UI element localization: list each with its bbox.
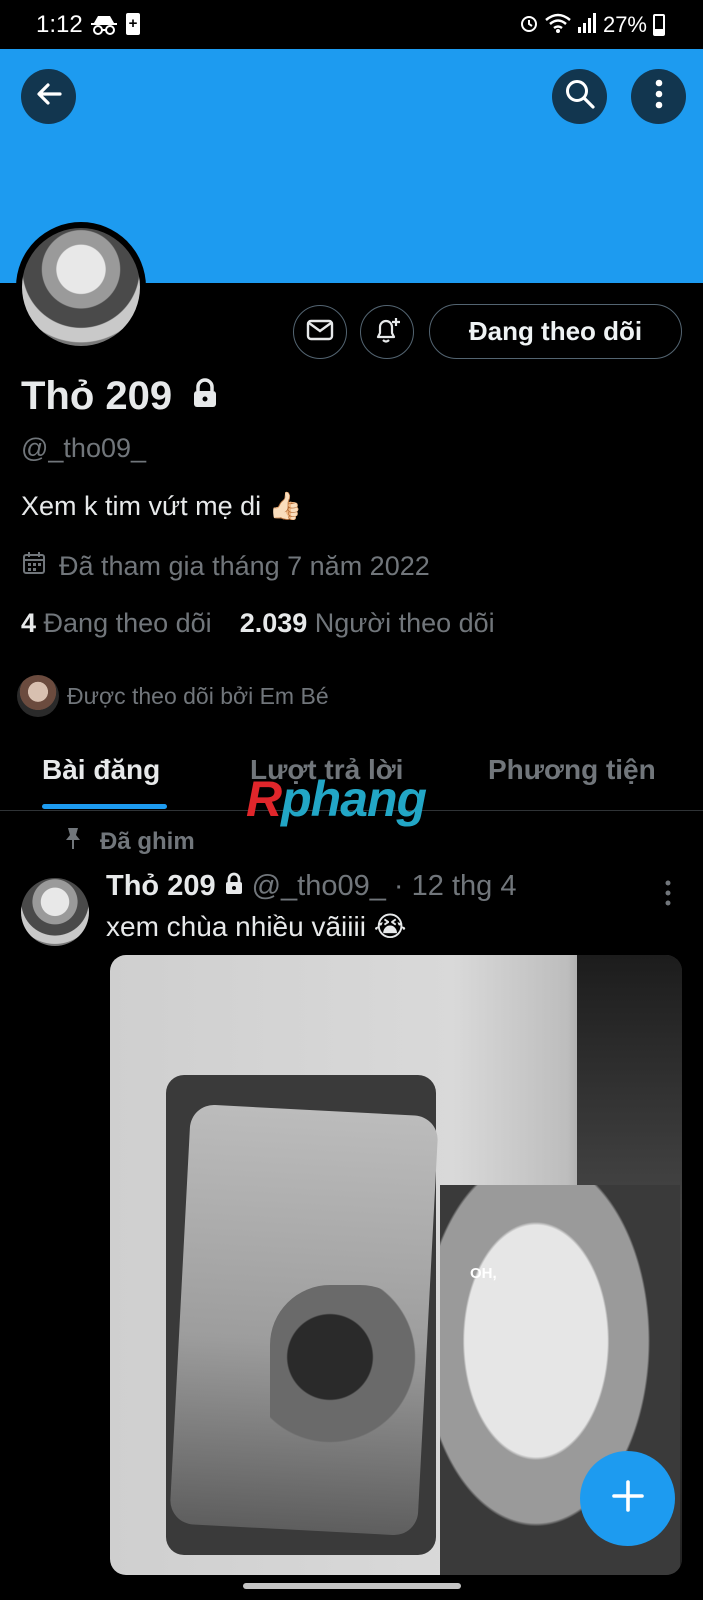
joined-date-row: Đã tham gia tháng 7 năm 2022	[21, 550, 430, 583]
pin-icon	[62, 826, 84, 857]
signal-icon	[577, 12, 597, 38]
message-button[interactable]	[293, 305, 347, 359]
search-icon	[564, 78, 596, 115]
post-text: xem chùa nhiều vãiiii 😭	[106, 911, 407, 942]
profile-name-row: Thỏ 209	[21, 374, 218, 419]
pinned-label: Đã ghim	[100, 827, 195, 855]
incognito-icon	[90, 14, 118, 41]
profile-bio: Xem k tim vứt mẹ di 👍🏻	[21, 491, 303, 521]
arrow-left-icon	[34, 79, 64, 114]
followers-count: 2.039	[239, 608, 308, 638]
following-label: Đang theo dõi	[43, 608, 212, 638]
lock-icon	[192, 374, 218, 419]
following-count: 4	[21, 608, 37, 638]
media-caption: OH,	[470, 1265, 497, 1282]
post-meta: @_tho09_ · 12 thg 4	[251, 870, 517, 902]
tab-media[interactable]: Phương tiện	[488, 754, 656, 786]
battery-percent: 27%	[602, 12, 647, 37]
battery-icon	[653, 14, 665, 36]
followers-stat[interactable]: 2.039 Người theo dõi	[240, 608, 495, 639]
profile-avatar[interactable]	[16, 222, 146, 352]
notifications-button[interactable]	[360, 305, 414, 359]
watermark-logo: Rphang	[246, 771, 427, 827]
profile-handle: @_tho09_	[21, 433, 147, 463]
profile-name: Thỏ 209	[21, 374, 173, 418]
search-button[interactable]	[552, 69, 607, 124]
post-header: Thỏ 209 @_tho09_ · 12 thg 4	[106, 870, 516, 903]
follow-stats: 4 Đang theo dõi 2.039 Người theo dõi	[21, 608, 495, 639]
post-avatar[interactable]	[21, 878, 89, 946]
follower-avatar	[17, 675, 59, 717]
post-author[interactable]: Thỏ 209	[106, 870, 216, 903]
more-vertical-icon	[654, 79, 664, 114]
alarm-icon	[519, 13, 539, 38]
bell-plus-icon	[372, 315, 402, 350]
followers-label: Người theo dõi	[314, 608, 495, 638]
status-bar: 1:12 27%	[0, 0, 703, 49]
followed-by-row[interactable]: Được theo dõi bởi Em Bé	[17, 675, 329, 717]
followed-by-text: Được theo dõi bởi Em Bé	[67, 682, 329, 709]
battery-saver-icon	[126, 13, 140, 35]
post-more-icon[interactable]	[664, 880, 672, 911]
envelope-icon	[306, 318, 334, 347]
plus-icon	[611, 1479, 645, 1518]
joined-date: Đã tham gia tháng 7 năm 2022	[59, 551, 430, 581]
pinned-label-row: Đã ghim	[62, 826, 195, 857]
following-button[interactable]: Đang theo dõi	[429, 304, 682, 359]
calendar-icon	[21, 550, 47, 583]
avatar-image	[22, 228, 140, 346]
active-tab-indicator	[42, 804, 167, 809]
gesture-home-bar[interactable]	[243, 1583, 461, 1589]
following-stat[interactable]: 4 Đang theo dõi	[21, 608, 212, 639]
more-options-button[interactable]	[631, 69, 686, 124]
status-right: 27%	[519, 10, 665, 40]
post-lock-icon	[224, 870, 244, 903]
tab-posts[interactable]: Bài đăng	[42, 754, 160, 786]
back-button[interactable]	[21, 69, 76, 124]
wifi-icon	[545, 13, 571, 38]
status-time: 1:12	[36, 11, 83, 38]
compose-button[interactable]	[580, 1451, 675, 1546]
